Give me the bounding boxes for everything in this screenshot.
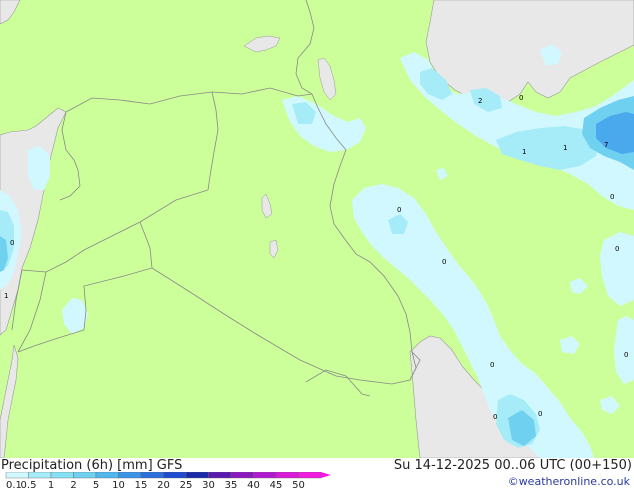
map-canvas: 2 0 1 1 7 0 0 0 0 1 0 0 0 0 0 0	[0, 0, 634, 458]
legend-swatch	[95, 472, 119, 479]
legend-swatch	[230, 472, 254, 479]
legend-swatch	[208, 472, 232, 479]
legend-tick-label: 20	[157, 480, 170, 490]
map-label: 0	[538, 410, 542, 418]
legend-tick-label: 40	[247, 480, 260, 490]
map-title: Precipitation (6h) [mm] GFS	[1, 458, 183, 473]
valid-time: Su 14-12-2025 00..06 UTC (00+150)	[393, 458, 632, 473]
map-label: 0	[442, 258, 446, 266]
legend-tick-label: 10	[112, 480, 125, 490]
legend-tick-label: 0.5	[21, 480, 37, 490]
map-label: 0	[615, 245, 619, 253]
map-label: 0	[10, 239, 14, 247]
legend-swatch	[275, 472, 299, 479]
map-label: 0	[490, 361, 494, 369]
legend-tick-label: 25	[180, 480, 193, 490]
color-legend: 0.10.5 1 2 5 10 15 20 25 30 35 40 45 50	[5, 472, 331, 490]
legend-swatch	[185, 472, 209, 479]
legend-swatch	[163, 472, 187, 479]
legend-tick-label: 30	[202, 480, 215, 490]
legend-tick-label: 0.1	[6, 480, 22, 490]
legend-tick-label: 50	[292, 480, 305, 490]
legend-swatch	[253, 472, 277, 479]
map-label: 0	[519, 94, 523, 102]
legend-arrow	[321, 472, 331, 478]
map-label: 0	[610, 193, 614, 201]
map-label: 1	[563, 144, 567, 152]
legend-swatch	[50, 472, 74, 479]
legend-swatch	[28, 472, 52, 479]
map-label: 1	[522, 148, 526, 156]
legend-tick-label: 15	[135, 480, 148, 490]
map-label: 0	[493, 413, 497, 421]
legend-tick-label: 1	[48, 480, 54, 490]
legend-swatch	[140, 472, 164, 479]
legend-tick-label: 45	[270, 480, 283, 490]
map-label: 0	[624, 351, 628, 359]
credit-link[interactable]: ©weatheronline.co.uk	[508, 475, 630, 488]
legend-swatch	[5, 472, 29, 479]
map-footer: Precipitation (6h) [mm] GFS Su 14-12-202…	[0, 458, 634, 490]
legend-swatches	[5, 472, 331, 479]
legend-tick-label: 35	[225, 480, 238, 490]
legend-swatch	[73, 472, 97, 479]
map-label: 2	[478, 97, 482, 105]
legend-tick-label: 5	[93, 480, 99, 490]
weather-map: 2 0 1 1 7 0 0 0 0 1 0 0 0 0 0 0	[0, 0, 634, 458]
map-label: 0	[397, 206, 401, 214]
legend-tick-label: 2	[70, 480, 76, 490]
legend-ticks: 0.10.5 1 2 5 10 15 20 25 30 35 40 45 50	[6, 480, 305, 490]
legend-swatch	[118, 472, 142, 479]
legend-swatch	[298, 472, 322, 479]
map-label: 1	[4, 292, 8, 300]
